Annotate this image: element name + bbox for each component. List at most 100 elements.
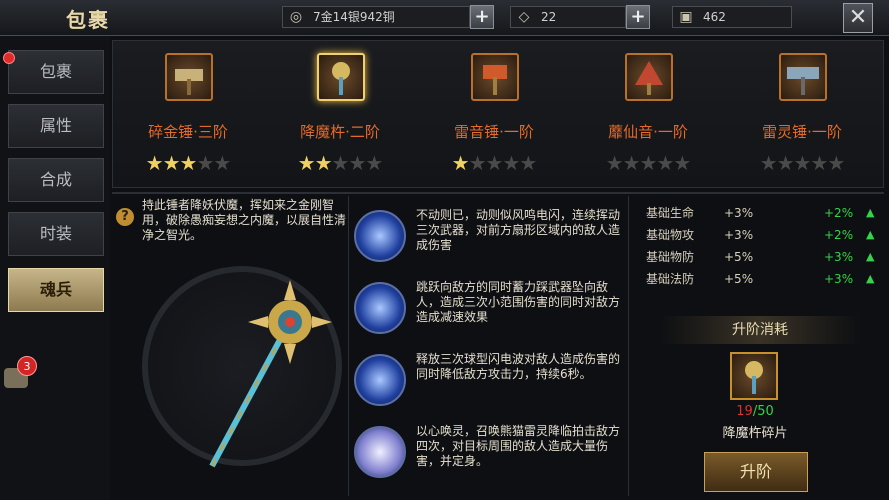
material-need: /50 [752,404,774,419]
tab-soul-weapon[interactable]: 魂兵 [8,268,104,312]
star-empty-icon: ★ [365,151,383,175]
weapon-slot[interactable]: 雷灵锤·一阶 ★★★★★ [727,49,877,185]
weapon-detail-panel: ? 持此锤者降妖伏魔，挥如来之金刚智用，破除愚痴妄想之内魔，以展自性清净之智光。 [112,196,348,500]
star-empty-icon: ★ [519,151,537,175]
material-have: 19 [736,404,753,419]
star-filled-icon: ★ [179,151,198,175]
arrow-up-icon: ▲ [866,228,875,241]
star-filled-icon: ★ [162,151,181,175]
star-empty-icon: ★ [502,151,520,175]
weapon-slot[interactable]: 蘼仙音·一阶 ★★★★★ [573,49,723,185]
upgrade-button[interactable]: 升阶 [704,452,808,492]
divider [348,196,349,496]
star-filled-icon: ★ [314,151,333,175]
star-empty-icon: ★ [605,151,624,175]
diamond-icon: ◇ [518,9,530,25]
close-button[interactable]: ✕ [843,3,873,33]
skill-description: 释放三次球型闪电波对敌人造成伤害的同时降低敌方攻击力，持续6秒。 [416,352,621,381]
weapon-artwork [209,280,332,468]
star-rating: ★★★★★ [128,151,248,175]
star-empty-icon: ★ [639,151,658,175]
chat-badge: 3 [17,356,37,376]
tab-bag[interactable]: 包裹 [8,50,104,94]
star-empty-icon: ★ [331,151,350,175]
star-empty-icon: ★ [656,151,674,175]
notification-dot [3,52,15,64]
material-count: 19/50 [660,404,850,419]
top-bar: 包裹 ◎ 7金14银942铜 + ◇ 22 + ▣ 462 ✕ [0,0,889,36]
arrow-up-icon: ▲ [866,272,875,285]
tab-fashion[interactable]: 时装 [8,212,104,256]
skill-description: 以心唤灵，召唤熊猫雷灵降临拍击敌方四次，对目标周围的敌人造成大量伤害，并定身。 [416,424,621,468]
attribute-name: 基础法防 [646,272,695,286]
skill-item[interactable]: 不动则已，动则似风鸣电闪，连续挥动三次武器，对前方扇形区域内的敌人造成伤害 [350,206,625,272]
attribute-list: 基础生命 +3% +2% ▲ 基础物攻 +3% +2% ▲ 基础物防 +5% +… [634,196,884,306]
weapon-slot[interactable]: 碎金锤·三阶 ★★★★★ [113,49,263,185]
diamond-value: 22 [541,10,557,24]
star-empty-icon: ★ [468,151,487,175]
attribute-row: 基础物攻 +3% +2% ▲ [634,224,884,246]
star-filled-icon: ★ [451,151,470,175]
divider [112,192,884,194]
star-empty-icon: ★ [196,151,214,175]
skill-description: 不动则已，动则似风鸣电闪，连续挥动三次武器，对前方扇形区域内的敌人造成伤害 [416,208,621,252]
hammer-icon [165,53,213,101]
star-filled-icon: ★ [145,151,164,175]
attribute-value: +3% [724,228,754,242]
star-empty-icon: ★ [776,151,795,175]
star-rating: ★★★★★ [434,151,554,175]
weapon-slot[interactable]: 降魔杵·二阶 ★★★★★ [265,49,415,185]
star-rating: ★★★★★ [588,151,708,175]
page-title: 包裹 [66,8,110,32]
weapon-name: 蘼仙音·一阶 [608,123,688,141]
star-empty-icon: ★ [213,151,231,175]
upgrade-panel: 升阶消耗 19/50 降魔杵碎片 升阶 [660,316,860,500]
material-icon[interactable] [730,352,778,400]
attribute-bonus: +3% [824,272,854,286]
weapon-name: 雷灵锤·一阶 [762,123,842,141]
tab-attributes[interactable]: 属性 [8,104,104,148]
weapon-name: 降魔杵·二阶 [300,123,380,141]
star-empty-icon: ★ [485,151,504,175]
skill-icon [354,354,406,406]
skill-description: 跳跃向敌方的同时蓄力踩武器坠向敌人，造成三次小范围伤害的同时对敌方造成减速效果 [416,280,621,324]
attribute-value: +3% [724,206,754,220]
upgrade-title: 升阶消耗 [660,316,860,344]
star-filled-icon: ★ [297,151,316,175]
attribute-row: 基础生命 +3% +2% ▲ [634,202,884,224]
skill-item[interactable]: 释放三次球型闪电波对敌人造成伤害的同时降低敌方攻击力，持续6秒。 [350,350,625,416]
weapon-slot[interactable]: 雷音锤·一阶 ★★★★★ [419,49,569,185]
attribute-name: 基础物防 [646,250,695,264]
star-rating: ★★★★★ [280,151,400,175]
divider [628,196,629,496]
hammer-icon [779,53,827,101]
star-empty-icon: ★ [348,151,366,175]
skill-item[interactable]: 以心唤灵，召唤熊猫雷灵降临拍击敌方四次，对目标周围的敌人造成大量伤害，并定身。 [350,422,625,488]
attribute-row: 基础物防 +5% +3% ▲ [634,246,884,268]
bell-icon [625,53,673,101]
star-empty-icon: ★ [810,151,828,175]
bag-value: 462 [703,10,726,24]
sidebar: 包裹 属性 合成 时装 魂兵 [0,36,110,500]
help-icon[interactable]: ? [116,208,134,226]
arrow-up-icon: ▲ [866,250,875,263]
skill-item[interactable]: 跳跃向敌方的同时蓄力踩武器坠向敌人，造成三次小范围伤害的同时对敌方造成减速效果 [350,278,625,344]
add-copper-button[interactable]: + [470,5,494,29]
star-rating: ★★★★★ [742,151,862,175]
tab-craft[interactable]: 合成 [8,158,104,202]
star-empty-icon: ★ [827,151,845,175]
attribute-row: 基础法防 +5% +3% ▲ [634,268,884,290]
weapon-description: 持此锤者降妖伏魔，挥如来之金刚智用，破除愚痴妄想之内魔，以展自性清净之智光。 [142,198,347,242]
lock-icon: ▣ [679,9,693,25]
material-name: 降魔杵碎片 [722,426,788,441]
coin-icon: ◎ [289,9,303,25]
hammer-icon [471,53,519,101]
weapon-name: 碎金锤·三阶 [148,123,228,141]
attribute-value: +5% [724,250,754,264]
copper-value: 7金14银942铜 [313,10,395,24]
attribute-bonus: +2% [824,228,854,242]
add-diamond-button[interactable]: + [626,5,650,29]
star-empty-icon: ★ [759,151,778,175]
copper-display: ◎ 7金14银942铜 [282,6,470,28]
diamond-display: ◇ 22 [510,6,626,28]
